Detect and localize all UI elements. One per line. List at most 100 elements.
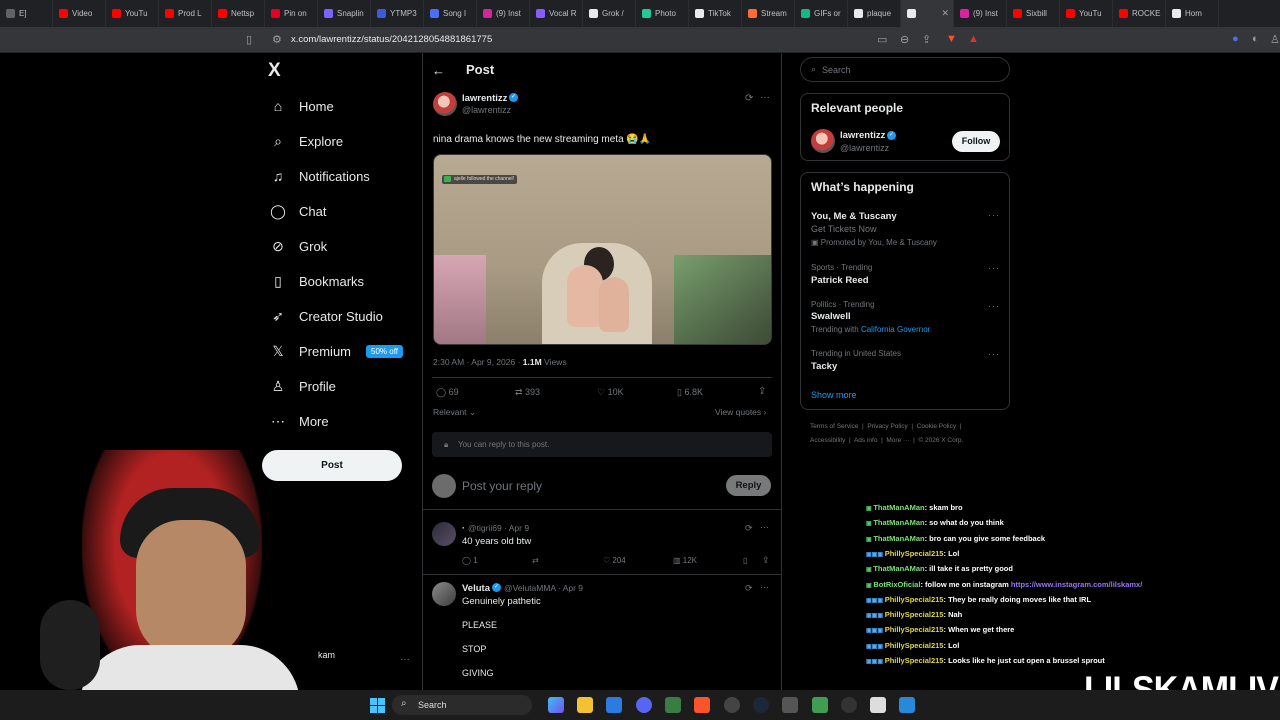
footer-link[interactable]: More ··· xyxy=(886,437,909,444)
browser-tab[interactable]: Pin on xyxy=(265,0,318,27)
steam-icon[interactable] xyxy=(753,697,769,713)
reply-button[interactable]: Reply xyxy=(726,475,771,496)
reply-share-icon[interactable]: ⇪ xyxy=(762,555,770,566)
footer-link[interactable]: Terms of Service xyxy=(810,423,858,430)
grok-explain-icon[interactable]: ⟳ xyxy=(745,93,753,104)
browser-tab[interactable]: YouTu xyxy=(1060,0,1113,27)
like-action[interactable]: ♡ 10K xyxy=(597,387,624,398)
browser-tab[interactable]: ✕ xyxy=(901,0,954,27)
back-arrow-icon[interactable]: ← xyxy=(432,63,445,78)
browser-tab[interactable]: GIFs or xyxy=(795,0,848,27)
url-field[interactable]: x.com/lawrentizz/status/2042128054881861… xyxy=(291,34,492,45)
person-name[interactable]: lawrentizz xyxy=(840,130,885,141)
browser-tab[interactable]: (9) Inst xyxy=(954,0,1007,27)
chat-link[interactable]: https://www.instagram.com/lilskamx/ xyxy=(1011,580,1142,589)
reply-avatar[interactable] xyxy=(432,582,456,606)
footer-link[interactable]: Privacy Policy xyxy=(867,423,907,430)
nav-item-chat[interactable]: ◯ Chat xyxy=(270,201,326,221)
browser-tab[interactable]: YTMP3 xyxy=(371,0,424,27)
browser-tab[interactable]: Vocal R xyxy=(530,0,583,27)
avatar[interactable] xyxy=(811,129,835,153)
nav-item-home[interactable]: ⌂ Home xyxy=(270,96,334,116)
more-options-icon[interactable]: ··· xyxy=(760,582,769,592)
reply-bookmark-icon[interactable]: ▯ xyxy=(743,556,747,565)
nav-item-creator-studio[interactable]: ➶ Creator Studio xyxy=(270,306,383,326)
browser-tab[interactable]: Photo xyxy=(636,0,689,27)
share-icon[interactable]: ⇪ xyxy=(922,33,931,46)
windows-start-icon[interactable] xyxy=(370,698,385,713)
trend-more-icon[interactable]: ··· xyxy=(988,263,1000,273)
reply-action[interactable]: ◯ 69 xyxy=(436,387,459,398)
trend-title[interactable]: Patrick Reed xyxy=(811,275,869,286)
file-explorer-icon[interactable] xyxy=(577,697,593,713)
trend-more-icon[interactable]: ··· xyxy=(988,210,1000,220)
browser-tab[interactable]: Video xyxy=(53,0,106,27)
browser-tab[interactable]: Grok / xyxy=(583,0,636,27)
browser-tab[interactable]: E] xyxy=(0,0,53,27)
app-icon[interactable] xyxy=(782,697,798,713)
search-box[interactable]: ⌕ Search xyxy=(800,57,1010,82)
avatar[interactable] xyxy=(433,92,457,116)
browser-tab[interactable]: plaque xyxy=(848,0,901,27)
brave-icon[interactable] xyxy=(694,697,710,713)
reply-like-action[interactable]: ♡ 204 xyxy=(603,556,626,565)
taskbar-search-box[interactable]: ⌕ Search xyxy=(392,695,532,715)
repost-action[interactable]: ⇄ 393 xyxy=(515,387,540,398)
share-icon[interactable]: ⇪ xyxy=(758,386,766,397)
copilot-icon[interactable] xyxy=(548,697,564,713)
reply-author-handle[interactable]: @VelutaMMA · Apr 9 xyxy=(504,583,583,593)
footer-link[interactable]: Ads info xyxy=(854,437,878,444)
extension-icon[interactable]: ● xyxy=(1232,33,1239,45)
grok-explain-icon[interactable]: ⟳ xyxy=(745,523,753,534)
close-tab-icon[interactable]: ✕ xyxy=(941,8,949,19)
nav-item-grok[interactable]: ⊘ Grok xyxy=(270,236,327,256)
browser-tab[interactable]: Snaplin xyxy=(318,0,371,27)
brave-shield-icon[interactable]: ▼ xyxy=(946,33,957,45)
app-icon[interactable] xyxy=(665,697,681,713)
discord-icon[interactable] xyxy=(636,697,652,713)
nav-item-premium[interactable]: 𝕏 Premium 50% off xyxy=(270,341,403,361)
more-options-icon[interactable]: ··· xyxy=(760,92,770,103)
browser-tab[interactable]: Sixbill xyxy=(1007,0,1060,27)
account-more-icon[interactable]: ··· xyxy=(400,654,410,665)
reply-author-handle[interactable]: @tigrii69 · Apr 9 xyxy=(468,523,529,533)
nav-item-notifications[interactable]: ♫ Notifications xyxy=(270,166,370,186)
x-logo-icon[interactable]: X xyxy=(268,60,281,82)
obs-icon[interactable] xyxy=(870,697,886,713)
trend-title[interactable]: Swalwell xyxy=(811,311,851,322)
bookmark-star-icon[interactable]: ▯ xyxy=(246,33,252,46)
reply-repost-action[interactable]: ⇄ xyxy=(532,556,539,565)
reply-sort-dropdown[interactable]: Relevant ⌄ xyxy=(433,407,476,418)
reply-avatar[interactable] xyxy=(432,522,456,546)
trend-more-icon[interactable]: ··· xyxy=(988,349,1000,359)
4k-app-icon[interactable] xyxy=(841,697,857,713)
app-icon[interactable] xyxy=(724,697,740,713)
zoom-icon[interactable]: ⊖ xyxy=(900,33,909,46)
screen-icon[interactable]: ▭ xyxy=(877,33,887,46)
reply-input[interactable]: Post your reply xyxy=(462,479,542,493)
browser-tab[interactable]: ROCKE xyxy=(1113,0,1166,27)
browser-tab[interactable]: Nettsp xyxy=(212,0,265,27)
browser-tab[interactable]: (9) Inst xyxy=(477,0,530,27)
show-more-link[interactable]: Show more xyxy=(811,390,857,400)
trend-link[interactable]: California Governor xyxy=(861,325,930,334)
nav-item-more[interactable]: ⋯ More xyxy=(270,411,329,431)
reply-reply-action[interactable]: ◯ 1 xyxy=(462,556,478,565)
nav-item-profile[interactable]: ♙ Profile xyxy=(270,376,336,396)
browser-tab[interactable]: TikTok xyxy=(689,0,742,27)
footer-link[interactable]: Cookie Policy xyxy=(917,423,956,430)
reply-author-name[interactable]: Veluta xyxy=(462,583,490,594)
trend-title[interactable]: You, Me & Tuscany xyxy=(811,211,897,222)
browser-tab[interactable]: Stream xyxy=(742,0,795,27)
follow-button[interactable]: Follow xyxy=(952,131,1000,152)
person-handle[interactable]: @lawrentizz xyxy=(840,143,889,153)
trend-more-icon[interactable]: ··· xyxy=(988,301,1000,311)
browser-tab[interactable]: Song I xyxy=(424,0,477,27)
trend-title[interactable]: Tacky xyxy=(811,361,837,372)
browser-tab[interactable]: Hom xyxy=(1166,0,1219,27)
bookmark-action[interactable]: ▯ 6.8K xyxy=(677,387,703,398)
app-icon[interactable] xyxy=(899,697,915,713)
app-icon[interactable] xyxy=(812,697,828,713)
view-quotes-link[interactable]: View quotes › xyxy=(715,407,766,417)
footer-link[interactable]: Accessibility xyxy=(810,437,845,444)
